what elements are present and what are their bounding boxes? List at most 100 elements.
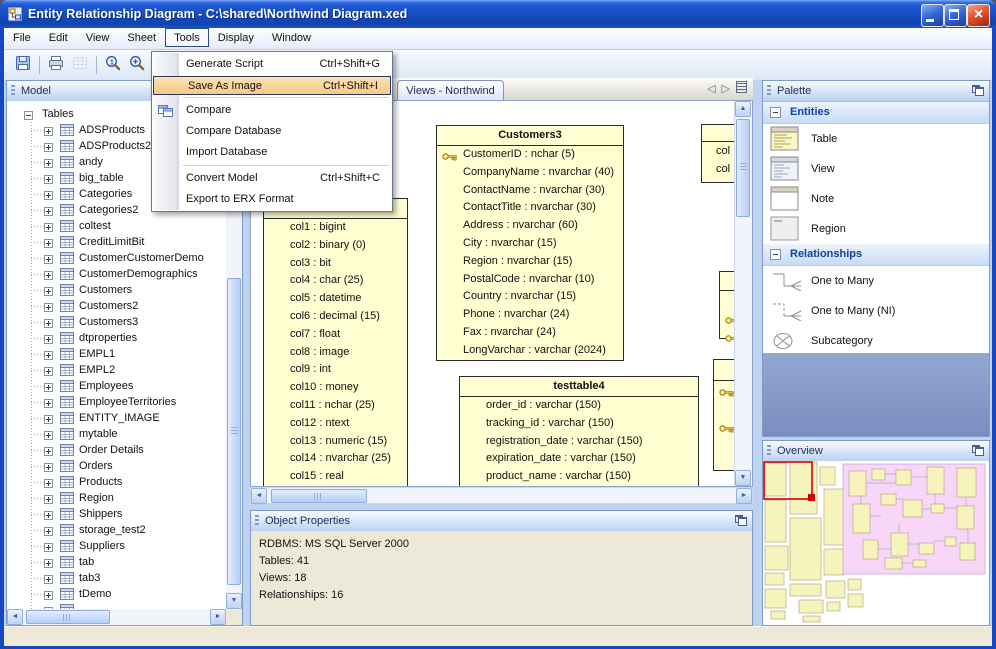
panel-grip-icon[interactable] xyxy=(767,445,771,457)
float-panel-icon[interactable] xyxy=(735,515,747,526)
canvas-scroll-down-icon[interactable]: ▼ xyxy=(735,470,751,486)
tree-scroll-down-icon[interactable]: ▼ xyxy=(226,593,242,609)
menu-view[interactable]: View xyxy=(77,28,119,47)
panel-grip-icon[interactable] xyxy=(255,515,259,527)
diagram-table-testtable2[interactable]: testtable2col1 : bigintcol2 : binary (0)… xyxy=(263,198,408,486)
tree-hscroll-thumb[interactable] xyxy=(26,610,110,624)
menu-item-generate-script[interactable]: Generate Script Ctrl+Shift+G xyxy=(152,54,392,75)
column-text: col11 : nchar (25) xyxy=(290,398,375,411)
diagram-table-testtable4[interactable]: testtable4 order_id : varchar (150) tracki… xyxy=(459,376,699,486)
close-button[interactable] xyxy=(967,4,990,27)
menu-tools[interactable]: Tools xyxy=(165,28,209,47)
tree-item-order-details[interactable]: Order Details xyxy=(7,442,226,458)
panel-grip-icon[interactable] xyxy=(11,85,15,97)
tree-item-suppliers[interactable]: Suppliers xyxy=(7,538,226,554)
canvas-scroll-left-icon[interactable]: ◄ xyxy=(251,488,267,504)
tree-item-customers[interactable]: Customers xyxy=(7,282,226,298)
tree-item-region[interactable]: Region xyxy=(7,490,226,506)
tree-hscrollbar[interactable]: ◄ ► xyxy=(7,609,226,625)
palette-item-subcategory[interactable]: Subcategory xyxy=(763,326,989,356)
tree-item-empl2[interactable]: EMPL2 xyxy=(7,362,226,378)
canvas-hscroll-thumb[interactable] xyxy=(271,489,367,503)
tree-item-customercustomerdemo[interactable]: CustomerCustomerDemo xyxy=(7,250,226,266)
collapse-icon[interactable] xyxy=(770,249,781,260)
tree-scroll-right-icon[interactable]: ► xyxy=(210,609,226,625)
tree-item-creditlimitbit[interactable]: CreditLimitBit xyxy=(7,234,226,250)
print-button[interactable] xyxy=(44,54,68,76)
palette-item-view[interactable]: View xyxy=(763,154,989,184)
canvas-hscrollbar[interactable]: ◄ ► xyxy=(250,487,753,504)
zoom-actual-button[interactable]: 1 xyxy=(101,54,125,76)
tree-item-tab[interactable]: tab xyxy=(7,554,226,570)
menu-item-compare-database[interactable]: Compare Database xyxy=(152,121,392,142)
palette-item-table[interactable]: Table xyxy=(763,124,989,154)
tree-item-storage-test2[interactable]: storage_test2 xyxy=(7,522,226,538)
float-panel-icon[interactable] xyxy=(972,445,984,456)
palette-item-one-to-many[interactable]: One to Many xyxy=(763,266,989,296)
zoom-in-button[interactable] xyxy=(125,54,149,76)
save-button[interactable] xyxy=(11,54,35,76)
tab-list-icon[interactable] xyxy=(736,81,747,93)
palette-section-relationships[interactable]: Relationships xyxy=(763,244,989,266)
minimize-button[interactable] xyxy=(921,4,944,27)
tree-item-label: EmployeeTerritories xyxy=(79,396,177,408)
menu-separator xyxy=(183,165,389,166)
tree-item-clipped[interactable] xyxy=(7,602,226,609)
subcategory-icon xyxy=(770,331,806,354)
tab-views-northwind[interactable]: Views - Northwind xyxy=(397,80,504,100)
tree-item-orders[interactable]: Orders xyxy=(7,458,226,474)
canvas-vscroll-thumb[interactable] xyxy=(736,119,750,217)
tree-scroll-left-icon[interactable]: ◄ xyxy=(7,609,23,625)
maximize-button[interactable] xyxy=(944,4,967,27)
menu-file[interactable]: File xyxy=(4,28,40,47)
tree-item-coltest[interactable]: coltest xyxy=(7,218,226,234)
tab-nav-next-icon[interactable]: ▷ xyxy=(722,83,730,95)
tree-item-label: EMPL2 xyxy=(79,364,116,376)
tree-item-entity-image[interactable]: ENTITY_IMAGE xyxy=(7,410,226,426)
menu-edit[interactable]: Edit xyxy=(40,28,77,47)
collapse-icon[interactable] xyxy=(770,107,781,118)
palette-item-one-to-many-ni[interactable]: One to Many (NI) xyxy=(763,296,989,326)
menu-item-convert-model[interactable]: Convert Model Ctrl+Shift+C xyxy=(152,168,392,189)
tab-nav-prev-icon[interactable]: ◁ xyxy=(707,83,715,95)
menu-display[interactable]: Display xyxy=(209,28,263,47)
panel-grip-icon[interactable] xyxy=(767,85,771,97)
overview-viewport-handle[interactable] xyxy=(808,494,815,501)
tree-item-shippers[interactable]: Shippers xyxy=(7,506,226,522)
diagram-table-fragment-3[interactable] xyxy=(713,359,735,471)
menu-window[interactable]: Window xyxy=(263,28,320,47)
window-titlebar[interactable]: Entity Relationship Diagram - C:\shared\… xyxy=(0,0,996,28)
tree-item-products[interactable]: Products xyxy=(7,474,226,490)
diagram-table-customers3[interactable]: Customers3 CustomerID : nchar (5) CompanyN… xyxy=(436,125,624,361)
tree-item-tdemo[interactable]: tDemo xyxy=(7,586,226,602)
menu-item-import-database[interactable]: Import Database xyxy=(152,142,392,163)
tree-item-customers3[interactable]: Customers3 xyxy=(7,314,226,330)
tree-item-empl1[interactable]: EMPL1 xyxy=(7,346,226,362)
tree-item-dtproperties[interactable]: dtproperties xyxy=(7,330,226,346)
canvas-vscrollbar[interactable]: ▲ ▼ xyxy=(734,101,752,486)
canvas-scroll-right-icon[interactable]: ► xyxy=(736,488,752,504)
diagram-table-fragment-2[interactable] xyxy=(719,271,735,343)
menu-sheet[interactable]: Sheet xyxy=(118,28,165,47)
float-panel-icon[interactable] xyxy=(972,85,984,96)
tree-item-employeeterritories[interactable]: EmployeeTerritories xyxy=(7,394,226,410)
tree-vscroll-thumb[interactable] xyxy=(227,278,241,585)
diagram-table-title xyxy=(720,272,735,291)
palette-item-note[interactable]: Note xyxy=(763,184,989,214)
canvas-scroll-up-icon[interactable]: ▲ xyxy=(735,101,751,117)
tree-item-customers2[interactable]: Customers2 xyxy=(7,298,226,314)
palette-item-region[interactable]: Region xyxy=(763,214,989,244)
tree-item-tab3[interactable]: tab3 xyxy=(7,570,226,586)
tree-item-customerdemographics[interactable]: CustomerDemographics xyxy=(7,266,226,282)
menu-item-save-as-image[interactable]: Save As Image Ctrl+Shift+I xyxy=(153,76,391,95)
palette-section-entities[interactable]: Entities xyxy=(763,102,989,124)
tree-item-label: Products xyxy=(79,476,123,488)
overview-minimap[interactable] xyxy=(763,461,989,625)
grid-button[interactable] xyxy=(68,54,92,76)
tree-item-employees[interactable]: Employees xyxy=(7,378,226,394)
menu-item-compare[interactable]: Compare xyxy=(152,100,392,121)
tree-item-mytable[interactable]: mytable xyxy=(7,426,226,442)
menu-item-export-to-erx-format[interactable]: Export to ERX Format xyxy=(152,189,392,210)
diagram-table-fragment-1[interactable]: col col xyxy=(701,124,735,183)
column-text: Fax : nvarchar (24) xyxy=(463,325,556,338)
